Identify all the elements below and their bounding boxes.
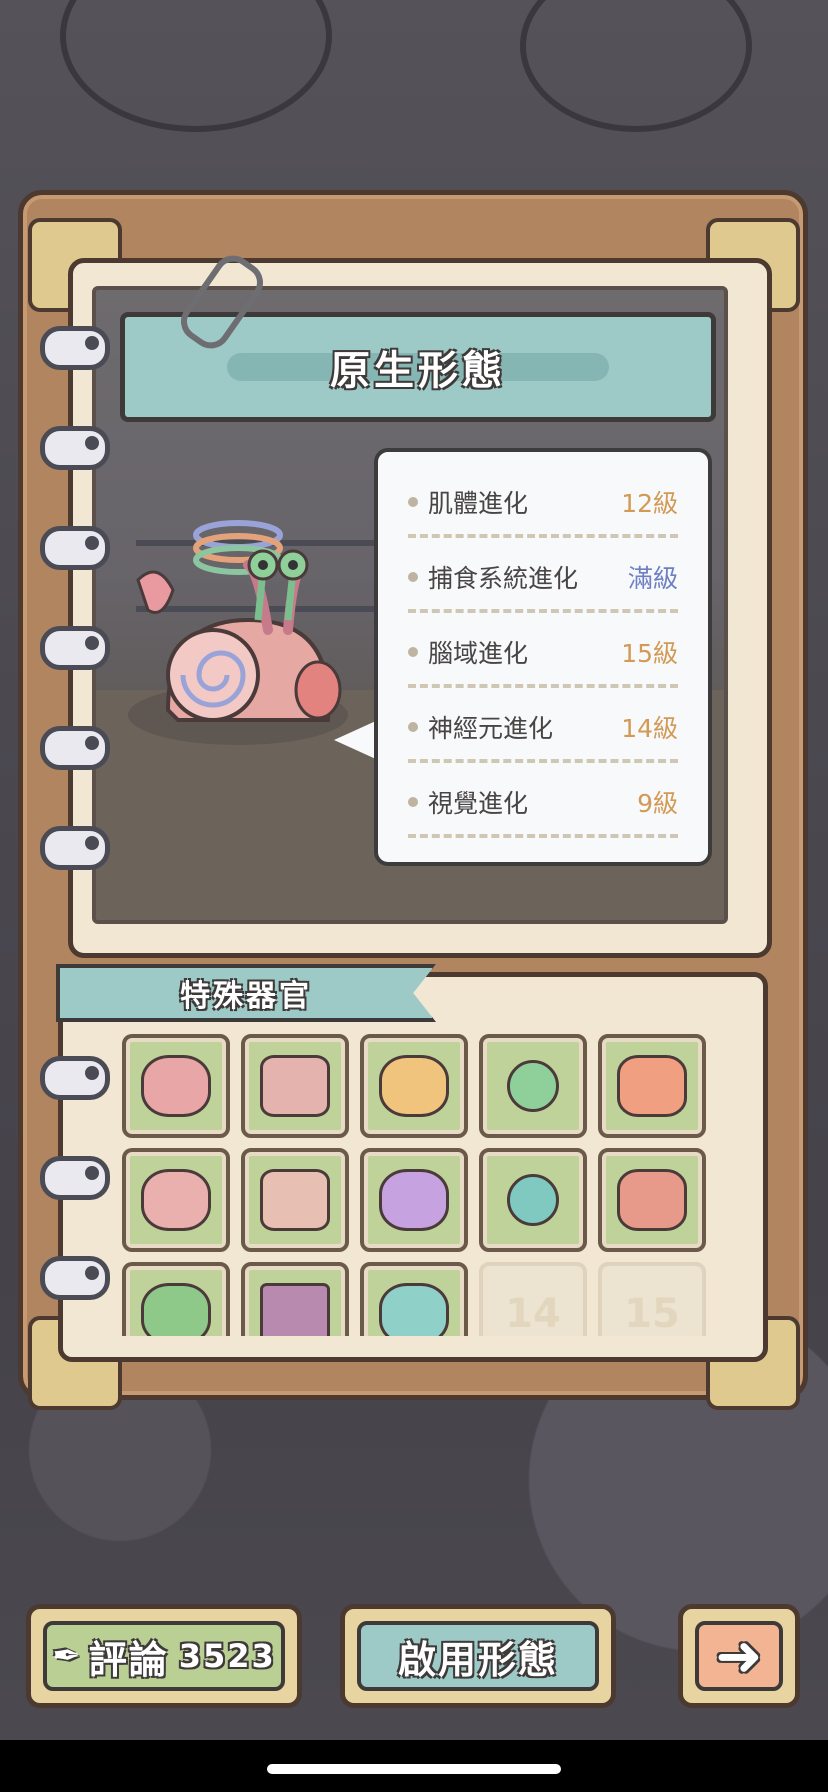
jaw-organ-icon bbox=[141, 1055, 211, 1117]
neuron-organ-icon bbox=[617, 1055, 687, 1117]
organ-slot-4[interactable] bbox=[479, 1034, 587, 1138]
slot-number: 14 bbox=[505, 1291, 561, 1336]
binder-ring bbox=[40, 1256, 110, 1300]
binder-ring bbox=[40, 426, 110, 470]
form-title: 原生形態 bbox=[330, 348, 506, 394]
bullet-dot-icon bbox=[408, 647, 418, 657]
evolution-stats-card: 肌體進化 12級 捕食系統進化 滿級 腦域進化 15級 神經元進化 14級 視覺… bbox=[374, 448, 712, 866]
slot-number: 15 bbox=[624, 1291, 680, 1336]
activate-form-button[interactable]: 啟用形態 bbox=[340, 1604, 616, 1708]
activate-form-label: 啟用形態 bbox=[397, 1637, 558, 1682]
stat-row-body: 肌體進化 12級 bbox=[408, 470, 678, 538]
arrow-right-icon: ➜ bbox=[715, 1623, 763, 1689]
organ-slot-12[interactable] bbox=[241, 1262, 349, 1336]
next-arrow-button[interactable]: ➜ bbox=[678, 1604, 800, 1708]
binder-ring bbox=[40, 626, 110, 670]
binder-ring bbox=[40, 826, 110, 870]
bullet-dot-icon bbox=[408, 797, 418, 807]
stat-row-brain: 腦域進化 15級 bbox=[408, 620, 678, 688]
stat-name: 捕食系統進化 bbox=[428, 564, 579, 593]
bullet-dot-icon bbox=[408, 497, 418, 507]
comment-button[interactable]: ✒ 評論 3523 bbox=[26, 1604, 302, 1708]
organs-title: 特殊器官 bbox=[180, 979, 312, 1014]
bullet-dot-icon bbox=[408, 722, 418, 732]
comment-count: 3523 bbox=[178, 1637, 276, 1675]
binder-ring bbox=[40, 526, 110, 570]
organ-slot-11[interactable] bbox=[122, 1262, 230, 1336]
bullet-dot-icon bbox=[408, 572, 418, 582]
organs-section-tab: 特殊器官 bbox=[56, 964, 436, 1022]
organ-slot-locked: 14 bbox=[479, 1262, 587, 1336]
binder-ring bbox=[40, 1056, 110, 1100]
system-home-bar bbox=[0, 1740, 828, 1792]
organ-slot-10[interactable] bbox=[598, 1148, 706, 1252]
eyestalk-icon bbox=[507, 1060, 559, 1112]
organ-slot-3[interactable] bbox=[360, 1034, 468, 1138]
binder-ring bbox=[40, 1156, 110, 1200]
stat-level: 12級 bbox=[621, 489, 678, 518]
stat-level: 滿級 bbox=[627, 564, 678, 593]
jaw-organ-icon bbox=[141, 1169, 211, 1231]
stat-row-predation: 捕食系統進化 滿級 bbox=[408, 545, 678, 613]
organ-slot-13[interactable] bbox=[360, 1262, 468, 1336]
stat-level: 9級 bbox=[637, 789, 678, 818]
creature-snail-image[interactable] bbox=[118, 510, 358, 770]
organ-slot-2[interactable] bbox=[241, 1034, 349, 1138]
organ-grid: 14 15 bbox=[122, 1034, 706, 1336]
home-indicator[interactable] bbox=[267, 1764, 561, 1774]
brain-organ-icon bbox=[379, 1283, 449, 1336]
eyestalk-icon bbox=[507, 1174, 559, 1226]
organ-slot-6[interactable] bbox=[122, 1148, 230, 1252]
organ-slot-locked: 15 bbox=[598, 1262, 706, 1336]
stat-level: 14級 bbox=[621, 714, 678, 743]
horns-icon bbox=[260, 1283, 330, 1336]
speech-bubble-tail bbox=[334, 720, 378, 760]
skin-patch-icon bbox=[260, 1055, 330, 1117]
stat-name: 視覺進化 bbox=[428, 789, 529, 818]
stat-row-vision: 視覺進化 9級 bbox=[408, 770, 678, 838]
cluster-organ-icon bbox=[141, 1283, 211, 1336]
stat-level: 15級 bbox=[621, 639, 678, 668]
stat-name: 神經元進化 bbox=[428, 714, 554, 743]
organ-slot-8[interactable] bbox=[360, 1148, 468, 1252]
binder-ring bbox=[40, 726, 110, 770]
organ-slot-7[interactable] bbox=[241, 1148, 349, 1252]
stat-name: 腦域進化 bbox=[428, 639, 529, 668]
skin-patch-icon bbox=[260, 1169, 330, 1231]
quill-pen-icon: ✒ bbox=[52, 1636, 81, 1676]
organ-slot-5[interactable] bbox=[598, 1034, 706, 1138]
stat-name: 肌體進化 bbox=[428, 489, 529, 518]
binder-ring bbox=[40, 326, 110, 370]
neuron-organ-icon bbox=[617, 1169, 687, 1231]
brain-organ-icon bbox=[379, 1055, 449, 1117]
brain-organ-icon bbox=[379, 1169, 449, 1231]
stat-row-neuron: 神經元進化 14級 bbox=[408, 695, 678, 763]
organ-slot-1[interactable] bbox=[122, 1034, 230, 1138]
organ-slot-9[interactable] bbox=[479, 1148, 587, 1252]
comment-label: 評論 bbox=[88, 1637, 169, 1682]
